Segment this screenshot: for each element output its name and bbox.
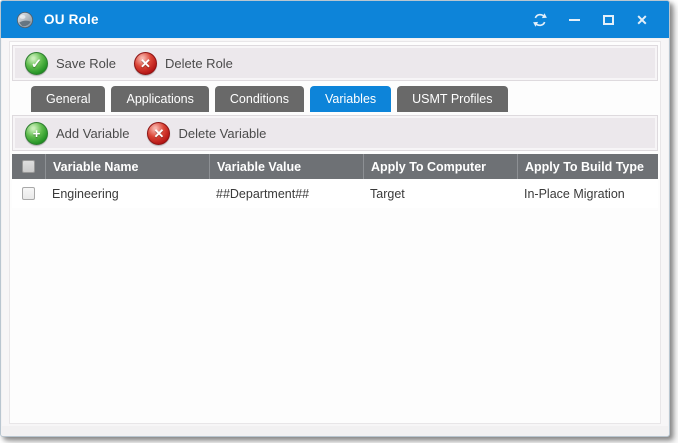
table-header: Variable Name Variable Value Apply To Co… bbox=[12, 154, 658, 179]
tab-usmt-profiles[interactable]: USMT Profiles bbox=[397, 86, 507, 112]
delete-role-button[interactable]: ✕ Delete Role bbox=[134, 52, 233, 75]
cell-variable-value: ##Department## bbox=[209, 187, 363, 201]
maximize-button[interactable] bbox=[595, 8, 621, 32]
column-header-variable-name[interactable]: Variable Name bbox=[45, 154, 209, 179]
minimize-button[interactable] bbox=[561, 8, 587, 32]
delete-role-label: Delete Role bbox=[165, 56, 233, 71]
window-controls: ✕ bbox=[519, 8, 655, 32]
save-check-icon: ✓ bbox=[25, 52, 48, 75]
titlebar: OU Role ✕ bbox=[1, 1, 669, 38]
add-plus-icon: + bbox=[25, 122, 48, 145]
variables-table: Variable Name Variable Value Apply To Co… bbox=[12, 154, 658, 208]
refresh-icon bbox=[532, 12, 548, 28]
app-icon bbox=[16, 11, 34, 29]
delete-variable-x-icon: ✕ bbox=[147, 122, 170, 145]
role-toolbar: ✓ Save Role ✕ Delete Role bbox=[12, 45, 658, 81]
cell-apply-to-computer: Target bbox=[363, 187, 517, 201]
tab-applications[interactable]: Applications bbox=[111, 86, 208, 112]
window-title: OU Role bbox=[44, 12, 519, 27]
delete-variable-button[interactable]: ✕ Delete Variable bbox=[147, 122, 266, 145]
cell-variable-name: Engineering bbox=[45, 187, 209, 201]
column-header-apply-to-computer[interactable]: Apply To Computer bbox=[363, 154, 517, 179]
content-panel: ✓ Save Role ✕ Delete Role General Applic… bbox=[9, 41, 661, 424]
save-role-label: Save Role bbox=[56, 56, 116, 71]
column-header-apply-to-build-type[interactable]: Apply To Build Type bbox=[517, 154, 658, 179]
tab-conditions[interactable]: Conditions bbox=[215, 86, 304, 112]
delete-x-icon: ✕ bbox=[134, 52, 157, 75]
ou-role-window: OU Role ✕ bbox=[0, 0, 670, 437]
maximize-icon bbox=[603, 15, 614, 25]
minimize-icon bbox=[569, 19, 580, 21]
variable-toolbar: + Add Variable ✕ Delete Variable bbox=[12, 115, 658, 151]
refresh-button[interactable] bbox=[527, 8, 553, 32]
row-checkbox[interactable] bbox=[22, 187, 35, 200]
close-icon: ✕ bbox=[636, 13, 648, 27]
window-body: ✓ Save Role ✕ Delete Role General Applic… bbox=[2, 39, 668, 426]
select-all-checkbox[interactable] bbox=[22, 160, 35, 173]
tab-variables[interactable]: Variables bbox=[310, 86, 391, 112]
delete-variable-label: Delete Variable bbox=[178, 126, 266, 141]
cell-apply-to-build-type: In-Place Migration bbox=[517, 187, 658, 201]
tab-general[interactable]: General bbox=[31, 86, 105, 112]
table-row[interactable]: Engineering ##Department## Target In-Pla… bbox=[12, 179, 658, 208]
save-role-button[interactable]: ✓ Save Role bbox=[25, 52, 116, 75]
column-header-variable-value[interactable]: Variable Value bbox=[209, 154, 363, 179]
close-button[interactable]: ✕ bbox=[629, 8, 655, 32]
tab-bar: General Applications Conditions Variable… bbox=[31, 86, 660, 112]
add-variable-button[interactable]: + Add Variable bbox=[25, 122, 129, 145]
add-variable-label: Add Variable bbox=[56, 126, 129, 141]
select-all-checkbox-cell bbox=[12, 154, 45, 179]
row-checkbox-cell bbox=[12, 187, 45, 200]
